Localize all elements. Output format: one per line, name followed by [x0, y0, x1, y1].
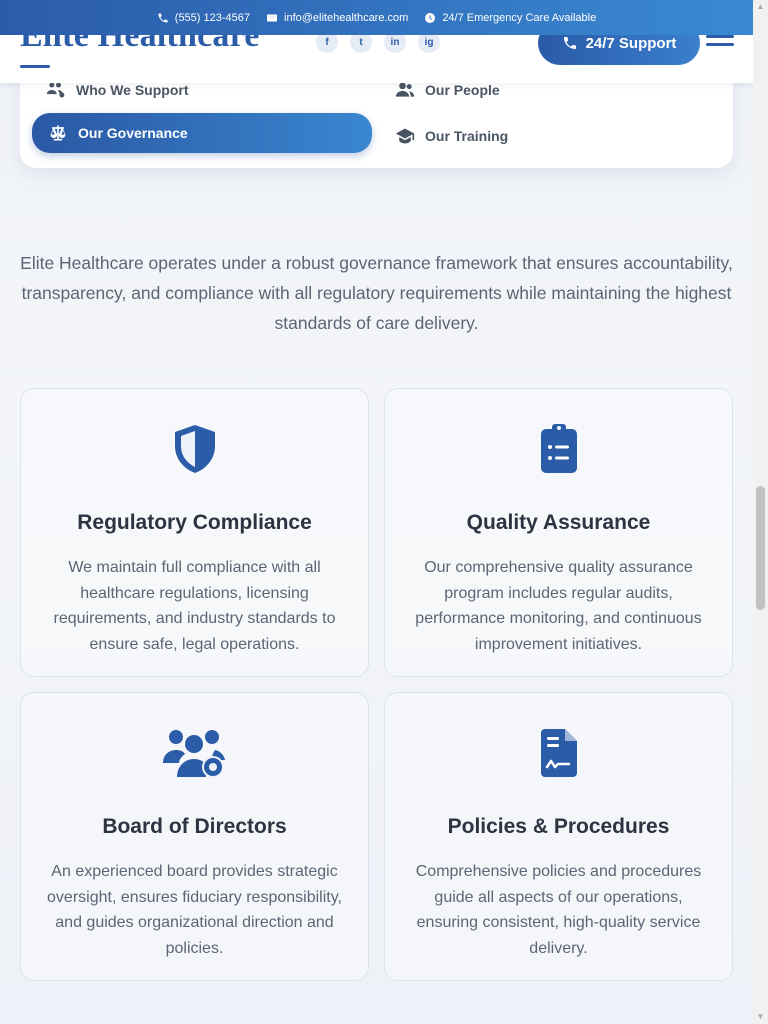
subnav-item-our-training[interactable]: Our Training [395, 126, 508, 146]
facebook-icon[interactable]: f [316, 35, 338, 53]
site-logo[interactable]: Elite Healthcare [20, 35, 260, 55]
subnav-item-who-we-support[interactable]: Who We Support [46, 80, 189, 100]
subnav-label: Our People [425, 82, 500, 98]
clock-icon [425, 12, 436, 23]
shield-icon [163, 421, 227, 477]
envelope-icon [267, 14, 278, 21]
file-contract-icon [527, 725, 591, 781]
card-regulatory-compliance: Regulatory Compliance We maintain full c… [20, 388, 369, 677]
hamburger-menu-icon[interactable] [706, 35, 734, 55]
social-links: f t in ig [316, 35, 440, 53]
emergency-text: 24/7 Emergency Care Available [442, 11, 597, 24]
support-label: 24/7 Support [585, 35, 677, 52]
scale-icon [50, 125, 66, 141]
phone-text: (555) 123-4567 [174, 11, 251, 24]
contact-bar: (555) 123-4567 info@elitehealthcare.com … [0, 0, 753, 35]
linkedin-icon[interactable]: in [384, 35, 406, 53]
subnav-label: Our Training [425, 128, 509, 144]
graduation-cap-icon [395, 128, 415, 144]
subnav-label: Our Governance [78, 125, 188, 141]
card-title: Policies & Procedures [447, 815, 670, 838]
governance-intro: Elite Healthcare operates under a robust… [20, 253, 733, 333]
scroll-down-icon[interactable]: ▼ [756, 1012, 765, 1021]
email-text: info@elitehealthcare.com [284, 11, 409, 24]
card-text: An experienced board provides strategic … [47, 863, 342, 957]
twitter-icon[interactable]: t [350, 35, 372, 53]
page-viewport: (555) 123-4567 info@elitehealthcare.com … [0, 0, 753, 1024]
card-board-of-directors: Board of Directors An experienced board … [20, 692, 369, 981]
support-button[interactable]: 24/7 Support [538, 35, 700, 65]
users-icon [395, 82, 415, 97]
clipboard-list-icon [527, 421, 591, 477]
phone-icon [158, 13, 168, 22]
subnav-item-our-governance[interactable]: Our Governance [32, 113, 372, 153]
card-title: Quality Assurance [466, 511, 651, 534]
card-text: Comprehensive policies and procedures gu… [415, 863, 702, 957]
subnav-label: Who We Support [76, 82, 189, 98]
scrollbar-thumb[interactable] [756, 486, 765, 610]
site-header: Elite Healthcare f t in ig 24/7 Support [0, 35, 753, 83]
card-quality-assurance: Quality Assurance Our comprehensive qual… [384, 388, 733, 677]
phone-icon [563, 37, 576, 49]
card-title: Regulatory Compliance [77, 511, 312, 534]
card-text: Our comprehensive quality assurance prog… [415, 559, 702, 653]
card-title: Board of Directors [102, 815, 287, 838]
instagram-icon[interactable]: ig [418, 35, 440, 53]
phone-link[interactable]: (555) 123-4567 [157, 12, 250, 24]
logo-underline [20, 65, 50, 68]
people-gear-icon [46, 82, 65, 98]
subnav-item-our-people[interactable]: Our People [395, 80, 500, 100]
users-gear-icon [162, 725, 227, 781]
card-policies-procedures: Policies & Procedures Comprehensive poli… [384, 692, 733, 981]
emergency-info: 24/7 Emergency Care Available [424, 12, 596, 24]
email-link[interactable]: info@elitehealthcare.com [266, 12, 408, 24]
card-text: We maintain full compliance with all hea… [53, 559, 336, 653]
scroll-up-icon[interactable]: ▲ [756, 2, 765, 11]
